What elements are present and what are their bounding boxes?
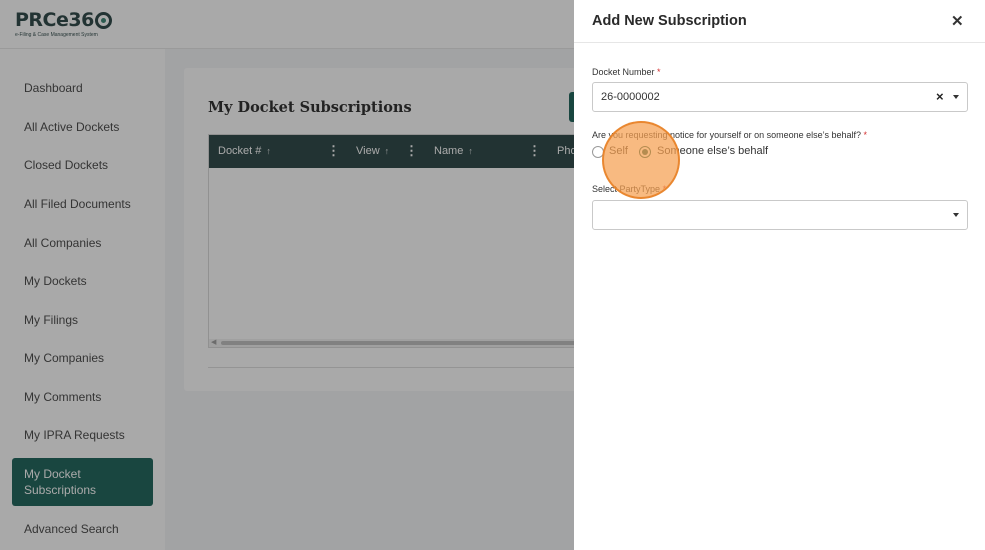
- party-type-label: Select PartyType *: [592, 184, 667, 194]
- modal-overlay[interactable]: [0, 0, 574, 550]
- notice-question-label: Are you requesting notice for yourself o…: [592, 130, 868, 140]
- clear-icon[interactable]: ×: [936, 89, 944, 104]
- add-subscription-drawer: Add New Subscription ✕ Docket Number * 2…: [574, 0, 985, 550]
- radio-self-label[interactable]: Self: [609, 145, 628, 157]
- required-marker: *: [657, 67, 661, 77]
- party-type-select[interactable]: [592, 200, 968, 230]
- docket-number-value: 26-0000002: [601, 91, 660, 103]
- radio-someone-else[interactable]: [639, 146, 651, 158]
- docket-number-select[interactable]: 26-0000002 ×: [592, 82, 968, 112]
- chevron-down-icon[interactable]: [953, 95, 959, 99]
- drawer-header: Add New Subscription ✕: [574, 0, 985, 43]
- drawer-title: Add New Subscription: [592, 13, 747, 29]
- required-marker: *: [863, 130, 868, 140]
- chevron-down-icon[interactable]: [953, 213, 959, 217]
- docket-number-label: Docket Number *: [592, 67, 661, 77]
- required-marker: *: [662, 184, 667, 194]
- radio-self[interactable]: [592, 146, 604, 158]
- close-icon[interactable]: ✕: [951, 12, 964, 30]
- radio-someone-else-label[interactable]: Someone else’s behalf: [657, 145, 768, 157]
